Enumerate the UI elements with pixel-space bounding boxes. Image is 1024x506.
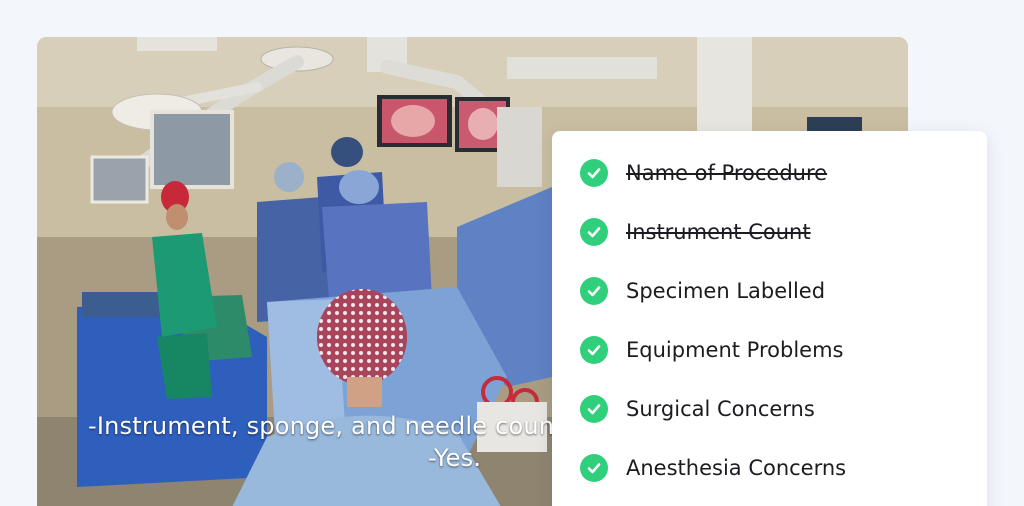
page: -Instrument, sponge, and needle coun -Ye… (0, 0, 1024, 506)
check-circle-icon (580, 395, 608, 423)
checklist-item-label: Equipment Problems (626, 338, 844, 362)
checklist-item-label: Specimen Labelled (626, 279, 826, 303)
check-circle-icon (580, 336, 608, 364)
subtitle-line: -Yes. (428, 444, 482, 472)
surgical-checklist-card: Name of Procedure Instrument Count Speci… (552, 131, 987, 506)
checklist-item-anesthesia-concerns[interactable]: Anesthesia Concerns (580, 453, 846, 483)
checklist-item-label: Surgical Concerns (626, 397, 815, 421)
checklist-item-equipment-problems[interactable]: Equipment Problems (580, 335, 843, 365)
check-circle-icon (580, 159, 608, 187)
checklist-item-name-of-procedure[interactable]: Name of Procedure (580, 158, 827, 188)
check-circle-icon (580, 218, 608, 246)
checklist-item-instrument-count[interactable]: Instrument Count (580, 217, 811, 247)
checklist-item-label: Instrument Count (626, 220, 811, 244)
subtitle-line: -Instrument, sponge, and needle coun (88, 412, 555, 440)
checklist-item-specimen-labelled[interactable]: Specimen Labelled (580, 276, 825, 306)
check-circle-icon (580, 454, 608, 482)
check-circle-icon (580, 277, 608, 305)
checklist-item-label: Anesthesia Concerns (626, 456, 847, 480)
checklist-item-surgical-concerns[interactable]: Surgical Concerns (580, 394, 815, 424)
checklist-item-label: Name of Procedure (626, 161, 828, 185)
